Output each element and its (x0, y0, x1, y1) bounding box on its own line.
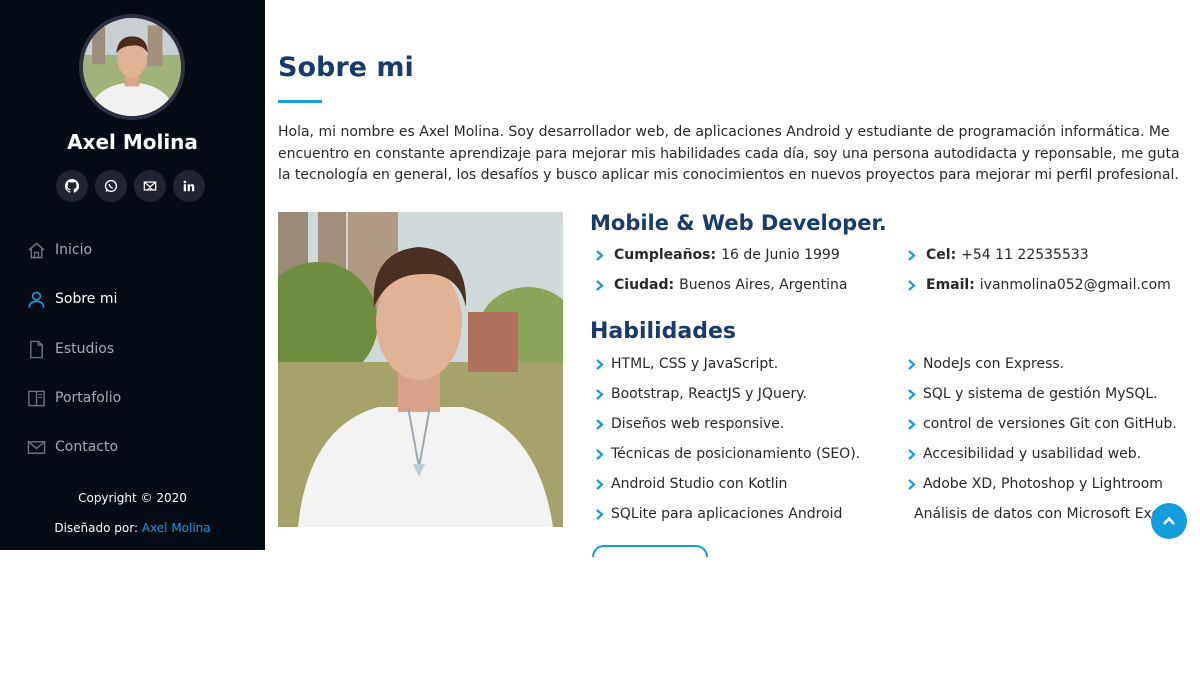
intro-paragraph: Hola, mi nombre es Axel Molina. Soy desa… (278, 124, 1180, 183)
chevron-right-icon (596, 249, 604, 261)
chevron-right-icon (596, 418, 604, 430)
whatsapp-icon (104, 179, 118, 193)
info-value: +54 11 22535533 (961, 247, 1089, 263)
skill-label: SQLite para aplicaciones Android (611, 506, 843, 522)
info-key: Cel: (926, 247, 957, 263)
chevron-right-icon (596, 388, 604, 400)
nav-label: Portafolio (55, 390, 122, 406)
skill-label: Android Studio con Kotlin (611, 476, 788, 492)
info-city: Ciudad: Buenos Aires, Argentina (595, 277, 847, 293)
skill-item: Adobe XD, Photoshop y Lightroom (907, 476, 1163, 492)
nav-label: Sobre mi (55, 291, 118, 307)
mail-link[interactable] (134, 170, 166, 202)
info-value: 16 de Junio 1999 (721, 247, 840, 263)
skill-label: Técnicas de posicionamiento (SEO). (611, 446, 861, 462)
nav-label: Inicio (55, 242, 93, 258)
info-key: Email: (926, 277, 975, 293)
nav-item-sobre-mi[interactable]: Sobre mi (27, 287, 117, 311)
profile-name: Axel Molina (67, 130, 198, 154)
skill-item: Análisis de datos con Microsoft Excel (907, 506, 1167, 522)
chevron-right-icon (596, 279, 604, 291)
chevron-right-icon (908, 418, 916, 430)
skill-label: SQL y sistema de gestión MySQL. (923, 386, 1158, 402)
info-value: Buenos Aires, Argentina (679, 277, 848, 293)
github-icon (65, 179, 79, 193)
chevron-right-icon (908, 279, 916, 291)
credits: Diseñado por: Axel Molina (0, 521, 265, 535)
skill-item: Accesibilidad y usabilidad web. (907, 446, 1141, 462)
chevron-right-icon (596, 508, 604, 520)
skill-item: Técnicas de posicionamiento (SEO). (595, 446, 860, 462)
info-email: Email: ivanmolina052@gmail.com (907, 277, 1171, 293)
nav-label: Contacto (55, 439, 119, 455)
skills-title: Habilidades (590, 319, 736, 344)
skill-label: Accesibilidad y usabilidad web. (923, 446, 1142, 462)
nav-item-contacto[interactable]: Contacto (27, 435, 118, 459)
back-to-top-button[interactable] (1151, 503, 1187, 539)
info-value: ivanmolina052@gmail.com (979, 277, 1171, 293)
skill-label: NodeJs con Express. (923, 356, 1065, 372)
credits-prefix: Diseñado por: (54, 521, 139, 535)
skill-item: control de versiones Git con GitHub. (907, 416, 1177, 432)
chevron-right-icon (596, 478, 604, 490)
credits-link[interactable]: Axel Molina (142, 521, 211, 535)
avatar (79, 14, 185, 120)
chevron-right-icon (908, 388, 916, 400)
skill-item: Android Studio con Kotlin (595, 476, 787, 492)
skill-label: control de versiones Git con GitHub. (923, 416, 1177, 432)
skill-item: HTML, CSS y JavaScript. (595, 356, 778, 372)
skill-label: Diseños web responsive. (611, 416, 785, 432)
skill-label: Análisis de datos con Microsoft Excel (914, 506, 1167, 522)
section-title: Sobre mi (278, 52, 414, 83)
skill-item: NodeJs con Express. (907, 356, 1064, 372)
whatsapp-link[interactable] (95, 170, 127, 202)
skill-item: SQLite para aplicaciones Android (595, 506, 842, 522)
nav-label: Estudios (55, 341, 115, 357)
skill-label: Bootstrap, ReactJS y JQuery. (611, 386, 807, 402)
title-underline (278, 100, 322, 103)
envelope-icon (27, 440, 46, 454)
nav-item-portafolio[interactable]: Portafolio (27, 386, 121, 410)
skill-item: Bootstrap, ReactJS y JQuery. (595, 386, 807, 402)
chevron-right-icon (596, 448, 604, 460)
info-key: Ciudad: (614, 277, 675, 293)
file-icon (30, 340, 43, 358)
profile-photo (278, 212, 563, 527)
info-birthday: Cumpleaños: 16 de Junio 1999 (595, 247, 840, 263)
chevron-right-icon (596, 358, 604, 370)
github-link[interactable] (56, 170, 88, 202)
linkedin-link[interactable] (173, 170, 205, 202)
skill-item: Diseños web responsive. (595, 416, 784, 432)
nav-item-inicio[interactable]: Inicio (27, 238, 92, 262)
skill-item: SQL y sistema de gestión MySQL. (907, 386, 1158, 402)
linkedin-icon (183, 180, 195, 192)
mail-icon (143, 181, 157, 191)
chevron-right-icon (908, 448, 916, 460)
info-key: Cumpleaños: (614, 247, 717, 263)
chevron-right-icon (908, 249, 916, 261)
skill-label: HTML, CSS y JavaScript. (611, 356, 779, 372)
skill-label: Adobe XD, Photoshop y Lightroom (923, 476, 1163, 492)
info-phone: Cel: +54 11 22535533 (907, 247, 1089, 263)
role-title: Mobile & Web Developer. (590, 211, 887, 235)
copyright: Copyright © 2020 (78, 491, 187, 505)
more-button[interactable] (592, 545, 708, 557)
book-icon (28, 390, 45, 406)
sidebar: Axel Molina Inicio Sobre mi Estudios Por… (0, 0, 265, 550)
nav-item-estudios[interactable]: Estudios (27, 337, 114, 361)
person-icon (28, 291, 45, 308)
chevron-up-icon (1163, 516, 1175, 525)
home-icon (28, 241, 45, 258)
chevron-right-icon (908, 478, 916, 490)
chevron-right-icon (908, 358, 916, 370)
